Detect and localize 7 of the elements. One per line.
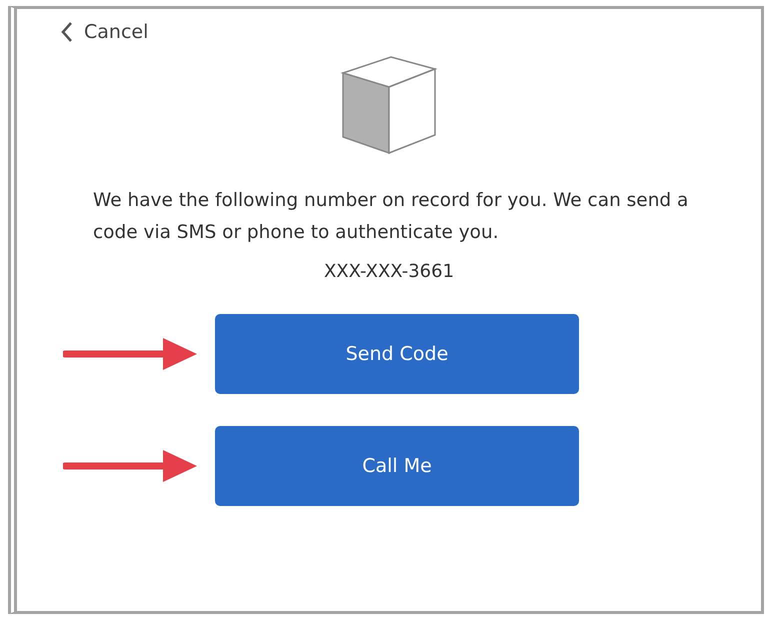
cancel-link[interactable]: Cancel — [60, 21, 148, 43]
info-text: We have the following number on record for you. We can send a code via SMS or phone to authenticate you. — [93, 189, 690, 245]
action-button[interactable]: Send Code — [215, 314, 579, 394]
chevron-left-icon — [60, 21, 74, 43]
phone-number: XXX-XXX-3661 — [324, 261, 454, 282]
cube-icon — [339, 55, 439, 155]
action-button[interactable]: Call Me — [215, 426, 579, 506]
